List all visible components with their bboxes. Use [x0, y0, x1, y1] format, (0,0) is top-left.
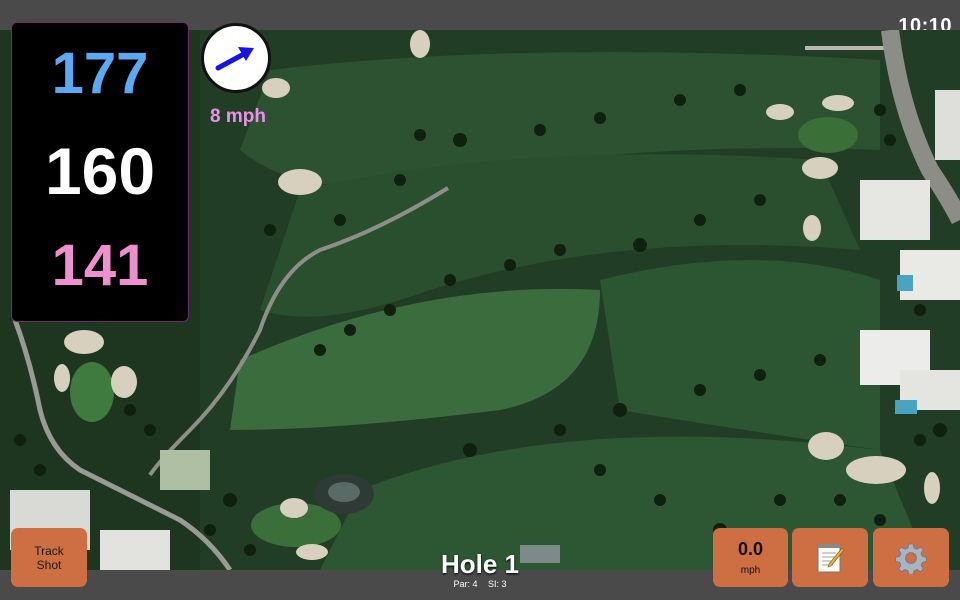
wind-compass — [201, 23, 271, 93]
track-shot-label-line2: Shot — [36, 557, 62, 572]
track-shot-button[interactable]: Track Shot — [11, 528, 87, 587]
gear-icon — [895, 543, 927, 574]
speed-unit: mph — [740, 565, 761, 576]
distance-panel: 177 160 141 — [11, 22, 189, 322]
wind-speed: 8 mph — [210, 106, 266, 127]
arrow-right-icon — [215, 47, 254, 71]
hole-details: Par: 4 SI: 3 — [380, 579, 580, 589]
track-shot-label-line1: Track — [34, 543, 64, 558]
par-label: Par: 4 — [453, 579, 478, 589]
front-distance: 141 — [51, 233, 149, 298]
settings-button[interactable] — [873, 528, 949, 587]
notepad-icon — [817, 543, 845, 572]
back-distance: 177 — [51, 41, 149, 106]
hole-title: Hole 1 — [440, 549, 520, 579]
si-label: SI: 3 — [488, 579, 507, 589]
notes-button[interactable] — [792, 528, 868, 587]
middle-distance: 160 — [44, 134, 156, 208]
hole-info: Hole 1 Par: 4 SI: 3 — [380, 549, 580, 589]
speed-button[interactable]: 0.0 mph — [713, 528, 788, 587]
speed-value: 0.0 — [737, 539, 764, 559]
